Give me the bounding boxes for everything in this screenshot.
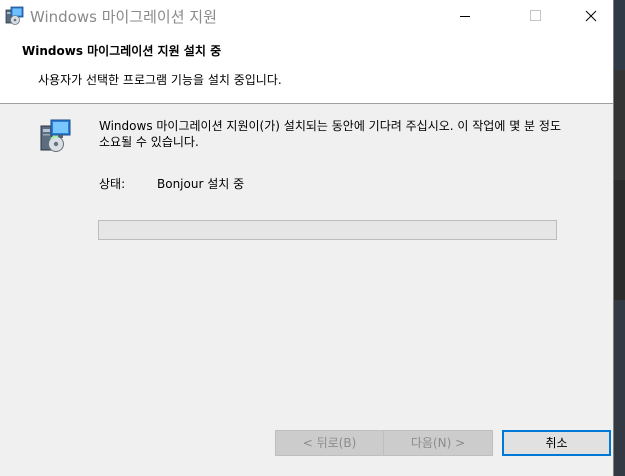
setup-icon	[38, 118, 72, 154]
installer-icon	[4, 6, 24, 26]
installer-window: Windows 마이그레이션 지원 Windows 마이그레이션 지원 설치 중…	[0, 0, 614, 476]
title-bar[interactable]: Windows 마이그레이션 지원	[0, 0, 613, 32]
maximize-icon[interactable]	[512, 0, 558, 32]
install-progress-bar	[98, 220, 557, 240]
banner-title: Windows 마이그레이션 지원 설치 중	[22, 44, 222, 58]
desktop-background	[614, 0, 625, 476]
back-button[interactable]: < 뒤로(B)	[275, 430, 384, 456]
cancel-button[interactable]: 취소	[502, 430, 611, 456]
window-title: Windows 마이그레이션 지원	[30, 8, 217, 26]
install-message: Windows 마이그레이션 지원이(가) 설치되는 동안에 기다려 주십시오.…	[99, 119, 561, 149]
banner-subtitle: 사용자가 선택한 프로그램 기능을 설치 중입니다.	[38, 73, 282, 87]
header-banner: Windows 마이그레이션 지원 설치 중 사용자가 선택한 프로그램 기능을…	[0, 32, 613, 104]
status-value: Bonjour 설치 중	[157, 177, 245, 191]
minimize-icon[interactable]	[442, 0, 488, 32]
next-button[interactable]: 다음(N) >	[384, 430, 493, 456]
status-label: 상태:	[99, 177, 126, 191]
close-icon[interactable]	[568, 0, 613, 32]
